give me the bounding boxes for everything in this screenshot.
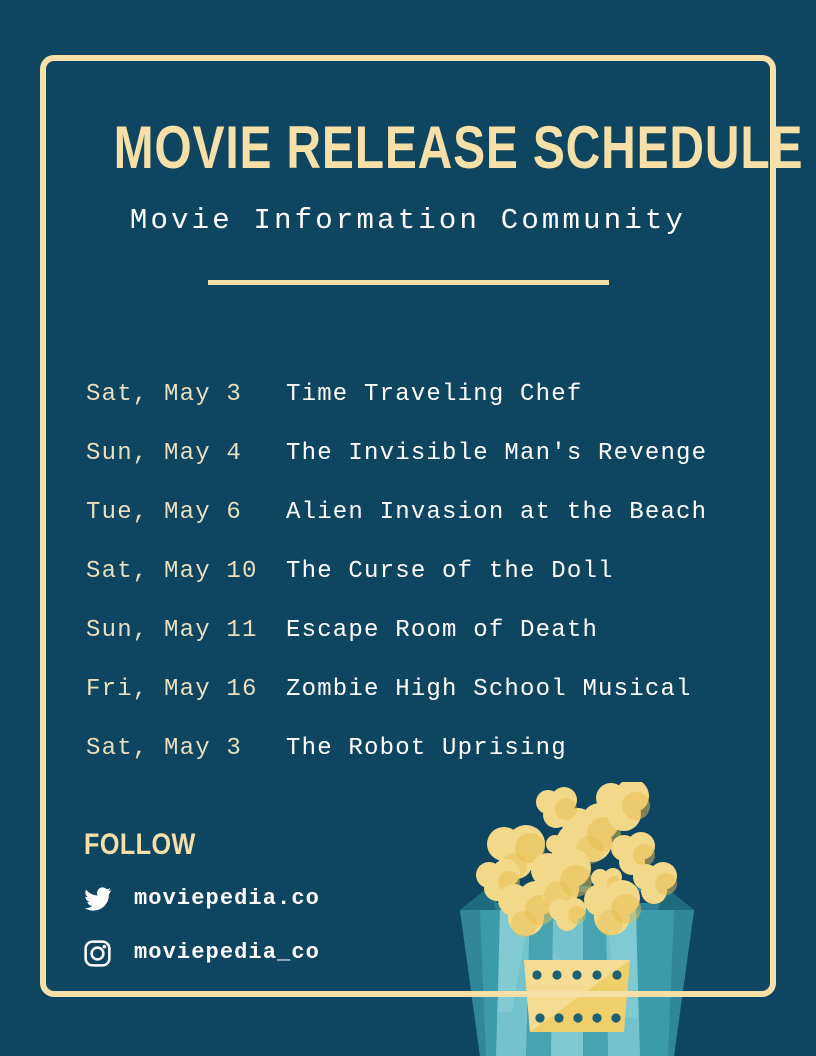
schedule-row: Fri, May 16 Zombie High School Musical (86, 678, 707, 737)
twitter-handle: moviepedia.co (134, 886, 320, 911)
social-account-twitter[interactable]: moviepedia.co (84, 884, 320, 914)
header-divider (207, 280, 609, 285)
instagram-icon (84, 939, 118, 967)
page-title: MOVIE RELEASE SCHEDULE (113, 114, 804, 181)
schedule-date: Sun, May 11 (86, 617, 258, 644)
follow-heading: FOLLOW (84, 828, 196, 861)
popcorn-bucket-illustration (452, 779, 702, 1056)
follow-section: FOLLOW moviepedia.co moviepedia_co (84, 830, 320, 968)
film-strip-label (524, 960, 630, 1032)
schedule-row: Sat, May 3 The Robot Uprising (86, 737, 707, 796)
schedule-movie: Alien Invasion at the Beach (286, 499, 708, 526)
schedule-movie: Time Traveling Chef (286, 381, 583, 408)
movie-release-schedule-poster: MOVIE RELEASE SCHEDULE Movie Information… (0, 0, 816, 1056)
schedule-row: Sun, May 4 The Invisible Man's Revenge (86, 442, 707, 501)
schedule-row: Tue, May 6 Alien Invasion at the Beach (86, 501, 707, 560)
schedule-movie: Escape Room of Death (286, 617, 599, 644)
schedule-movie: Zombie High School Musical (286, 676, 692, 703)
schedule-movie: The Curse of the Doll (286, 558, 614, 585)
twitter-icon (84, 887, 118, 911)
poster-header: MOVIE RELEASE SCHEDULE Movie Information… (40, 55, 804, 285)
schedule-date: Sat, May 3 (86, 735, 243, 762)
page-subtitle: Movie Information Community (129, 204, 687, 237)
schedule-date: Tue, May 6 (86, 499, 243, 526)
schedule-date: Sun, May 4 (86, 440, 243, 467)
schedule-row: Sat, May 3 Time Traveling Chef (86, 383, 707, 442)
schedule-movie: The Robot Uprising (286, 735, 567, 762)
schedule-date: Sat, May 10 (86, 558, 258, 585)
social-account-instagram[interactable]: moviepedia_co (84, 938, 320, 968)
schedule-list: Sat, May 3 Time Traveling Chef Sun, May … (86, 383, 707, 796)
schedule-movie: The Invisible Man's Revenge (286, 440, 708, 467)
schedule-row: Sun, May 11 Escape Room of Death (86, 619, 707, 678)
schedule-date: Fri, May 16 (86, 676, 258, 703)
schedule-row: Sat, May 10 The Curse of the Doll (86, 560, 707, 619)
schedule-date: Sat, May 3 (86, 381, 243, 408)
instagram-handle: moviepedia_co (134, 940, 320, 965)
